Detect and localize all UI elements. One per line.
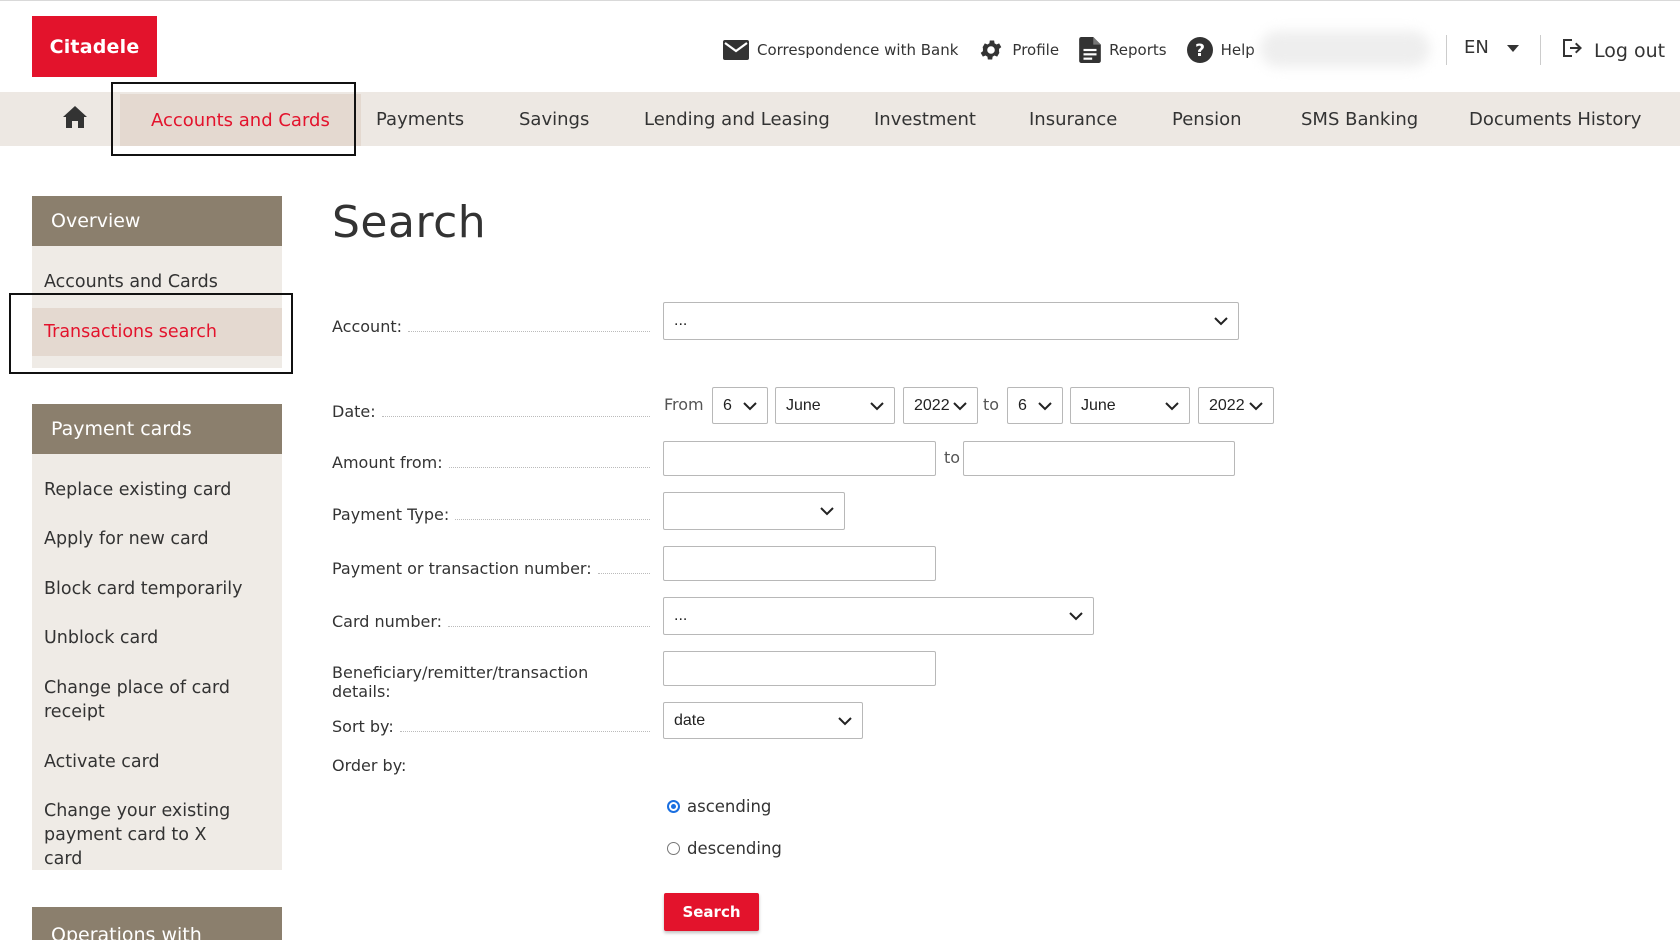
radio-descending[interactable]: [667, 842, 680, 855]
language-selector[interactable]: EN: [1464, 37, 1519, 58]
sidebar-overview-list: Accounts and Cards Transactions search: [32, 246, 282, 368]
search-button[interactable]: Search: [664, 893, 759, 931]
home-icon[interactable]: [62, 105, 88, 133]
document-icon: [1079, 37, 1101, 63]
sidebar-item-accounts-and-cards[interactable]: Accounts and Cards: [44, 270, 270, 294]
sidebar-item-apply-new-card[interactable]: Apply for new card: [44, 527, 270, 551]
sidebar-section-payment-cards: Payment cards: [32, 404, 282, 454]
nav-insurance[interactable]: Insurance: [1029, 92, 1117, 146]
payment-type-select[interactable]: [663, 492, 845, 530]
nav-savings[interactable]: Savings: [519, 92, 589, 146]
payment-type-label: Payment Type:: [332, 505, 650, 524]
nav-sms-banking[interactable]: SMS Banking: [1301, 92, 1418, 146]
order-ascending-option[interactable]: ascending: [667, 797, 771, 816]
details-label: Beneficiary/remitter/transaction details…: [332, 663, 589, 701]
envelope-icon: [723, 40, 749, 60]
header-divider: [1446, 35, 1447, 65]
chevron-down-icon: [820, 506, 834, 516]
sidebar-section-overview: Overview: [32, 196, 282, 246]
logout-button[interactable]: Log out: [1560, 36, 1665, 65]
citadele-logo[interactable]: Citadele: [32, 16, 157, 77]
header-links: Correspondence with Bank Profile Reports…: [723, 35, 1275, 65]
chevron-down-icon: [838, 716, 852, 726]
gear-icon: [978, 37, 1004, 63]
amount-to-text: to: [944, 448, 961, 467]
sidebar-item-activate-card[interactable]: Activate card: [44, 750, 270, 774]
date-label: Date:: [332, 402, 650, 421]
nav-accounts-and-cards[interactable]: Accounts and Cards: [120, 94, 361, 146]
header-divider: [1540, 35, 1541, 65]
sidebar-item-block-card[interactable]: Block card temporarily: [44, 577, 270, 601]
date-to-text: to: [983, 395, 1000, 414]
sidebar-item-change-receipt-place[interactable]: Change place of card receipt: [44, 676, 244, 724]
chevron-down-icon: [1038, 401, 1052, 411]
amount-to-input[interactable]: [963, 441, 1235, 476]
date-to-month-select[interactable]: June: [1070, 387, 1190, 424]
sidebar-payment-cards-list: Replace existing card Apply for new card…: [32, 454, 282, 870]
amount-label: Amount from:: [332, 453, 650, 472]
card-number-label: Card number:: [332, 612, 650, 631]
radio-ascending[interactable]: [667, 800, 680, 813]
chevron-down-icon: [1214, 316, 1228, 326]
chevron-down-icon: [1249, 401, 1263, 411]
date-to-day-select[interactable]: 6: [1007, 387, 1063, 424]
svg-text:?: ?: [1195, 41, 1205, 61]
sidebar-item-change-to-x-card[interactable]: Change your existing payment card to X c…: [44, 799, 244, 871]
order-descending-option[interactable]: descending: [667, 839, 782, 858]
correspondence-link[interactable]: Correspondence with Bank: [723, 40, 958, 60]
sidebar-item-replace-card[interactable]: Replace existing card: [44, 478, 270, 502]
chevron-down-icon: [870, 401, 884, 411]
chevron-down-icon: [1165, 401, 1179, 411]
date-from-year-select[interactable]: 2022: [903, 387, 978, 424]
transaction-number-input[interactable]: [663, 546, 936, 581]
date-from-day-select[interactable]: 6: [712, 387, 768, 424]
amount-from-input[interactable]: [663, 441, 936, 476]
help-link[interactable]: ? Help: [1186, 37, 1255, 63]
account-label: Account:: [332, 317, 650, 336]
chevron-down-icon: [953, 401, 967, 411]
chevron-down-icon: [1069, 611, 1083, 621]
help-icon: ?: [1186, 37, 1213, 63]
date-from-month-select[interactable]: June: [775, 387, 895, 424]
order-by-label: Order by:: [332, 756, 407, 775]
details-input[interactable]: [663, 651, 936, 686]
account-select[interactable]: ...: [663, 302, 1239, 340]
date-to-year-select[interactable]: 2022: [1198, 387, 1274, 424]
nav-pension[interactable]: Pension: [1172, 92, 1242, 146]
sort-by-label: Sort by:: [332, 717, 650, 736]
caret-down-icon: [1506, 37, 1519, 58]
transaction-number-label: Payment or transaction number:: [332, 559, 650, 578]
sort-by-select[interactable]: date: [663, 702, 863, 739]
card-number-select[interactable]: ...: [663, 597, 1094, 635]
sidebar-item-unblock-card[interactable]: Unblock card: [44, 626, 270, 650]
page-title: Search: [332, 197, 487, 248]
sidebar-section-operations: Operations with: [32, 907, 282, 946]
nav-lending-and-leasing[interactable]: Lending and Leasing: [644, 92, 830, 146]
nav-investment[interactable]: Investment: [874, 92, 976, 146]
logout-icon: [1560, 36, 1584, 65]
reports-link[interactable]: Reports: [1079, 37, 1167, 63]
sidebar-item-transactions-search[interactable]: Transactions search: [32, 308, 282, 356]
nav-documents-history[interactable]: Documents History: [1469, 92, 1641, 146]
user-name-blurred: [1260, 31, 1430, 67]
nav-payments[interactable]: Payments: [376, 92, 464, 146]
chevron-down-icon: [743, 401, 757, 411]
profile-link[interactable]: Profile: [978, 37, 1059, 63]
date-from-text: From: [664, 395, 704, 414]
main-navigation: Accounts and Cards Payments Savings Lend…: [0, 92, 1680, 146]
